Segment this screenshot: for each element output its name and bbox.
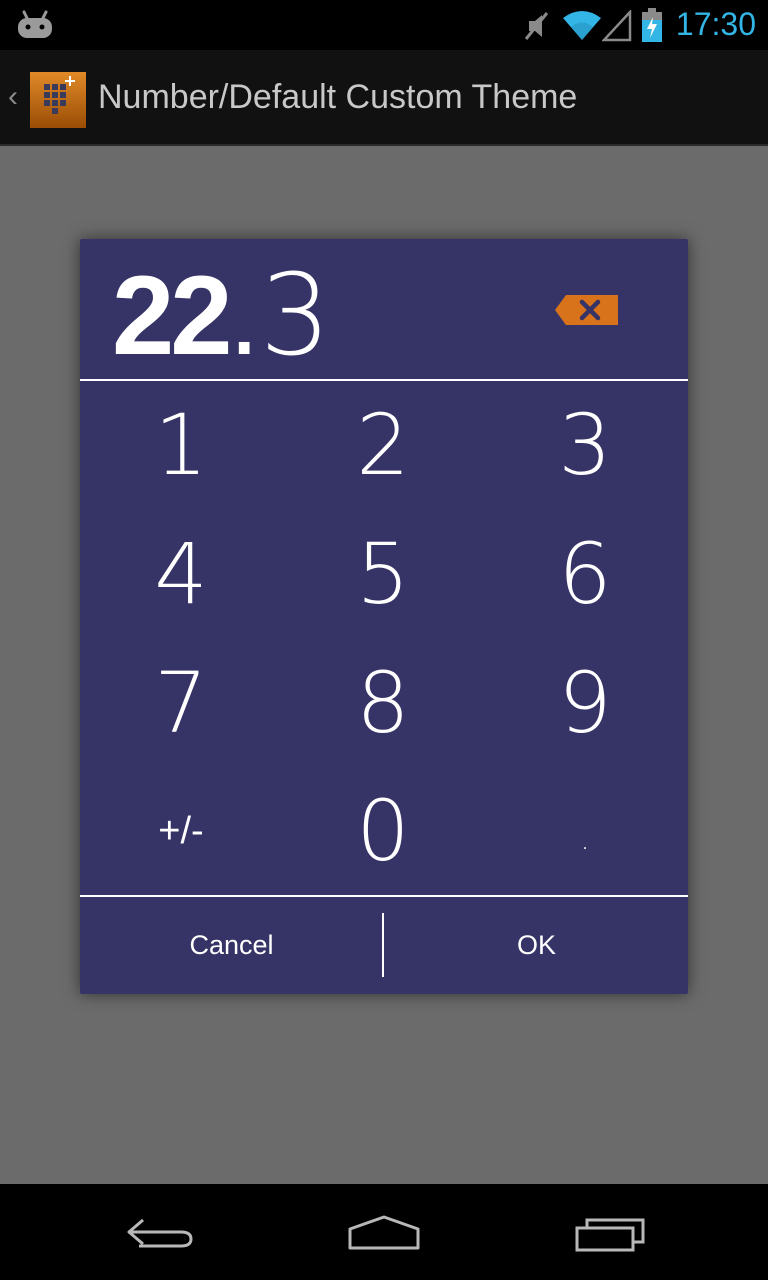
signal-icon bbox=[602, 10, 632, 42]
key-2[interactable]: 2 bbox=[282, 381, 484, 509]
fraction-part: 3 bbox=[259, 251, 331, 381]
dialog-buttons: Cancel OK bbox=[80, 897, 688, 994]
number-display: 22.3 bbox=[80, 239, 688, 381]
back-icon[interactable] bbox=[115, 1206, 205, 1258]
wifi-icon bbox=[563, 11, 601, 40]
keypad: 1 2 3 4 5 6 7 8 9 +/- 0 . bbox=[80, 381, 688, 895]
key-decimal[interactable]: . bbox=[484, 775, 686, 903]
up-caret-icon[interactable]: ‹ bbox=[8, 80, 18, 114]
key-9[interactable]: 9 bbox=[484, 639, 686, 767]
battery-charging-icon bbox=[642, 8, 662, 42]
key-plus-minus[interactable]: +/- bbox=[80, 767, 282, 895]
status-time: 17:30 bbox=[675, 6, 756, 42]
page-title: Number/Default Custom Theme bbox=[98, 78, 578, 116]
key-1[interactable]: 1 bbox=[80, 381, 282, 509]
number-picker-dialog: 22.3 1 2 3 4 5 6 7 8 9 +/- 0 . Cancel OK bbox=[80, 239, 688, 994]
key-0[interactable]: 0 bbox=[282, 767, 484, 895]
action-bar: ‹ Number/Default Custom Theme bbox=[0, 50, 768, 146]
whole-part: 22 bbox=[112, 253, 233, 378]
app-keypad-icon[interactable] bbox=[30, 72, 86, 128]
entered-number: 22.3 bbox=[112, 251, 331, 381]
home-icon[interactable] bbox=[339, 1206, 429, 1258]
key-6[interactable]: 6 bbox=[484, 510, 686, 638]
key-4[interactable]: 4 bbox=[80, 510, 282, 638]
key-7[interactable]: 7 bbox=[80, 639, 282, 767]
backspace-icon[interactable] bbox=[554, 293, 620, 327]
key-3[interactable]: 3 bbox=[484, 381, 686, 509]
recents-icon[interactable] bbox=[565, 1206, 655, 1258]
navigation-bar bbox=[0, 1184, 768, 1280]
ok-button[interactable]: OK bbox=[385, 897, 688, 994]
cancel-button[interactable]: Cancel bbox=[80, 897, 383, 994]
mute-icon bbox=[524, 12, 549, 40]
decimal-point: . bbox=[228, 253, 260, 378]
key-5[interactable]: 5 bbox=[282, 510, 484, 638]
button-separator bbox=[382, 913, 384, 977]
android-icon bbox=[18, 10, 52, 38]
status-bar: 17:30 bbox=[0, 0, 768, 50]
key-8[interactable]: 8 bbox=[282, 639, 484, 767]
